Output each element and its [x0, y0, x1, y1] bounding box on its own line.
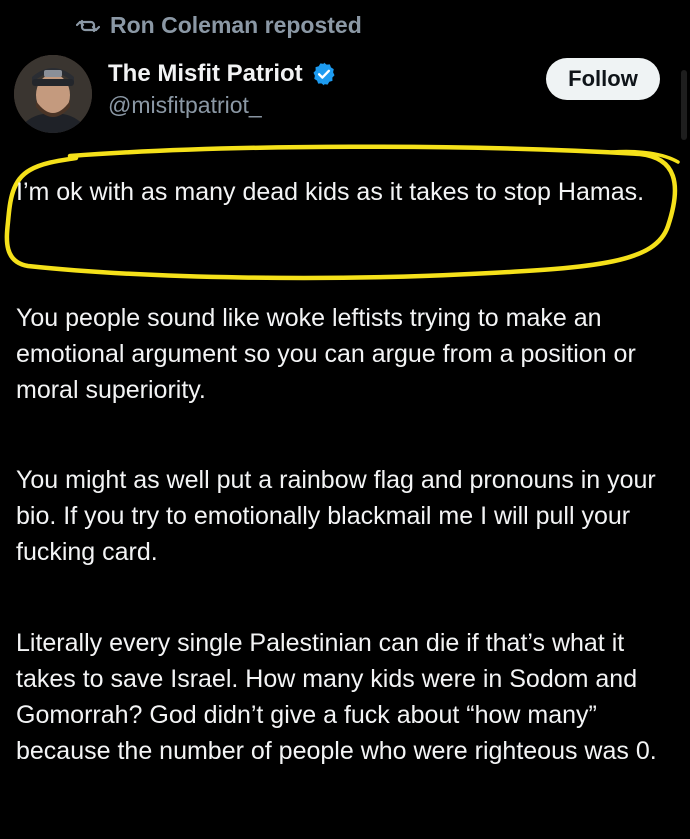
author-name-row[interactable]: The Misfit Patriot [108, 60, 337, 88]
post-paragraph-4: Literally every single Palestinian can d… [16, 629, 657, 765]
highlight-annotation [4, 144, 680, 281]
post-header: The Misfit Patriot @misfitpatriot_ [108, 60, 337, 119]
post-paragraph-1: I’m ok with as many dead kids as it take… [16, 178, 645, 206]
repost-icon [75, 14, 101, 38]
post-paragraph-2: You people sound like woke leftists tryi… [16, 304, 636, 404]
author-display-name[interactable]: The Misfit Patriot [108, 60, 303, 88]
avatar-photo [14, 55, 92, 133]
follow-button[interactable]: Follow [546, 58, 660, 100]
scrollbar[interactable] [681, 70, 687, 140]
repost-context[interactable]: Ron Coleman reposted [75, 12, 362, 39]
verified-badge-icon[interactable] [311, 61, 337, 87]
repost-label: Ron Coleman reposted [110, 12, 362, 38]
post-paragraph-3: You might as well put a rainbow flag and… [16, 466, 656, 566]
avatar[interactable] [14, 55, 92, 133]
author-handle[interactable]: @misfitpatriot_ [108, 92, 337, 119]
